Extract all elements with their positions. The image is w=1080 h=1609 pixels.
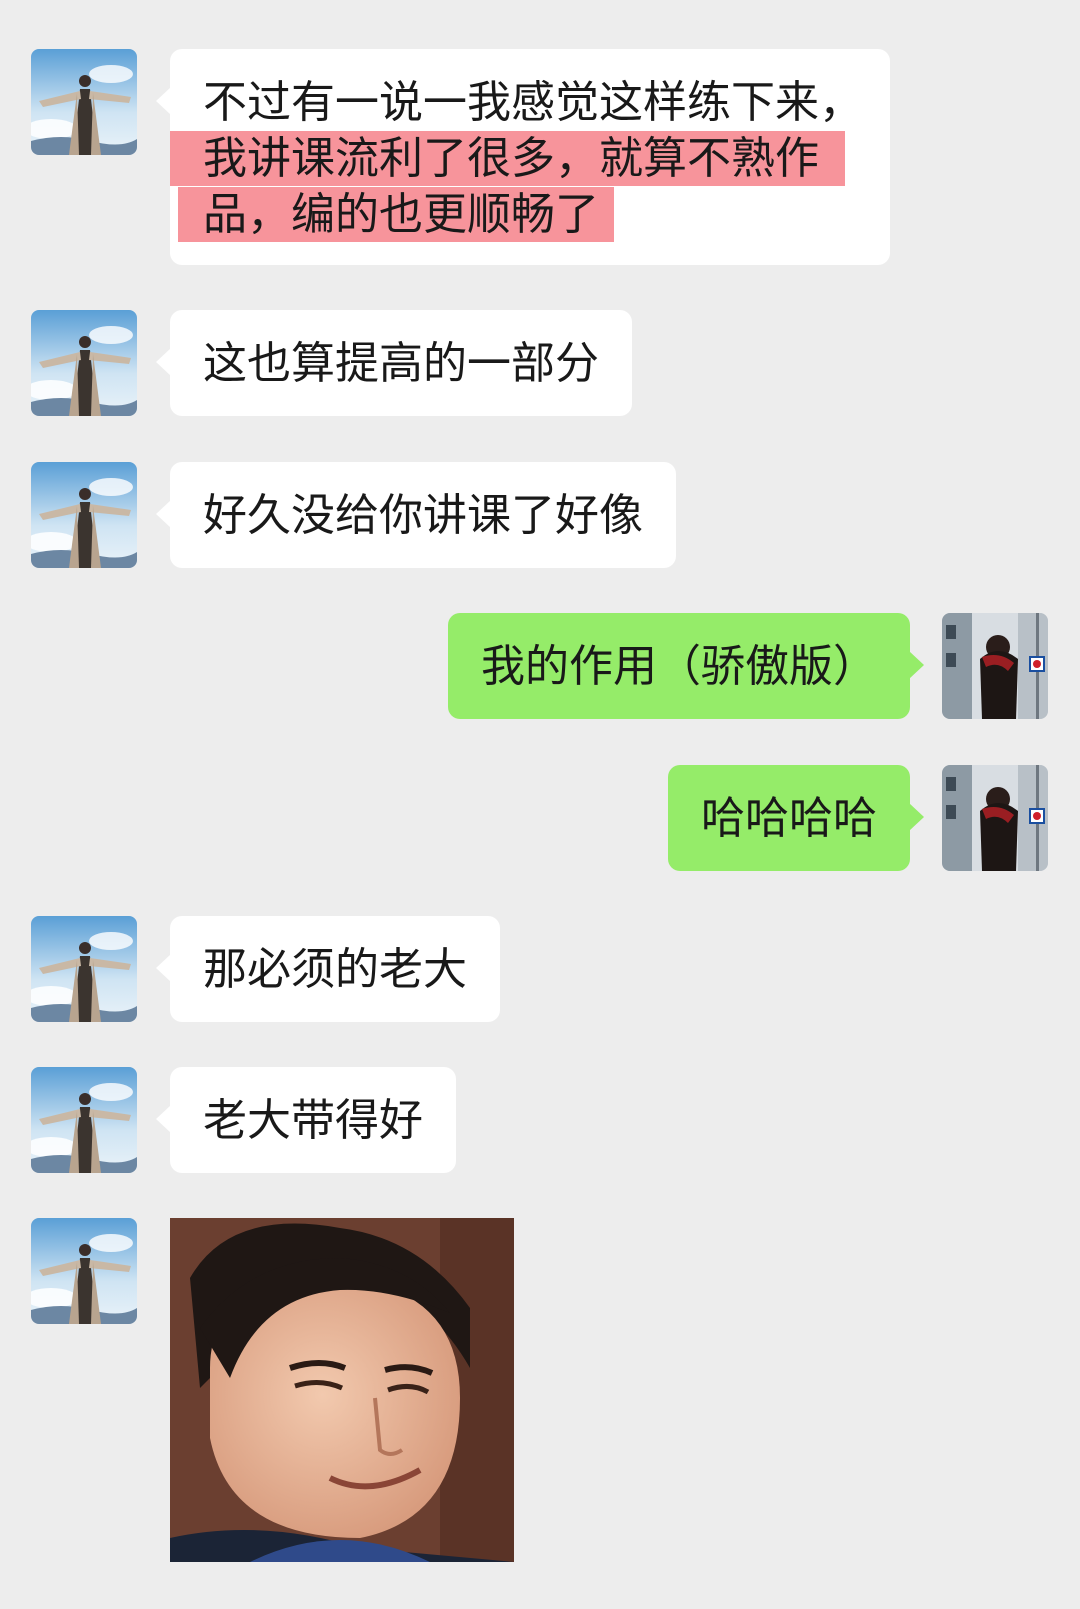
incoming-message-bubble[interactable]: 好久没给你讲课了好像 <box>156 462 676 568</box>
contact-avatar[interactable] <box>31 49 137 155</box>
message-line: 不过有一说一我感觉这样练下来， <box>203 77 863 128</box>
incoming-message-bubble[interactable]: 不过有一说一我感觉这样练下来， 我讲课流利了很多，就算不熟作 品，编的也更顺畅了 <box>156 49 890 265</box>
incoming-message-bubble[interactable]: 那必须的老大 <box>156 916 500 1022</box>
person-in-street-avatar-icon <box>942 765 1048 871</box>
contact-avatar[interactable] <box>31 916 137 1022</box>
contact-avatar[interactable] <box>31 1067 137 1173</box>
highlighted-message-line: 品，编的也更顺畅了 <box>178 187 857 243</box>
person-arms-open-avatar-icon <box>31 462 137 568</box>
incoming-message-bubble[interactable]: 老大带得好 <box>156 1067 456 1173</box>
incoming-message-bubble[interactable]: 这也算提高的一部分 <box>156 310 632 416</box>
highlighted-message-line: 我讲课流利了很多，就算不熟作 <box>170 131 857 187</box>
smirking-face-sticker-icon <box>170 1218 514 1562</box>
person-in-street-avatar-icon <box>942 613 1048 719</box>
person-arms-open-avatar-icon <box>31 916 137 1022</box>
sticker-image[interactable] <box>170 1218 514 1562</box>
person-arms-open-avatar-icon <box>31 49 137 155</box>
person-arms-open-avatar-icon <box>31 1067 137 1173</box>
person-arms-open-avatar-icon <box>31 1218 137 1324</box>
contact-avatar[interactable] <box>31 1218 137 1324</box>
outgoing-message-bubble[interactable]: 我的作用（骄傲版） <box>448 613 924 719</box>
my-avatar[interactable] <box>942 613 1048 719</box>
contact-avatar[interactable] <box>31 462 137 568</box>
outgoing-message-bubble[interactable]: 哈哈哈哈 <box>668 765 924 871</box>
person-arms-open-avatar-icon <box>31 310 137 416</box>
contact-avatar[interactable] <box>31 310 137 416</box>
my-avatar[interactable] <box>942 765 1048 871</box>
